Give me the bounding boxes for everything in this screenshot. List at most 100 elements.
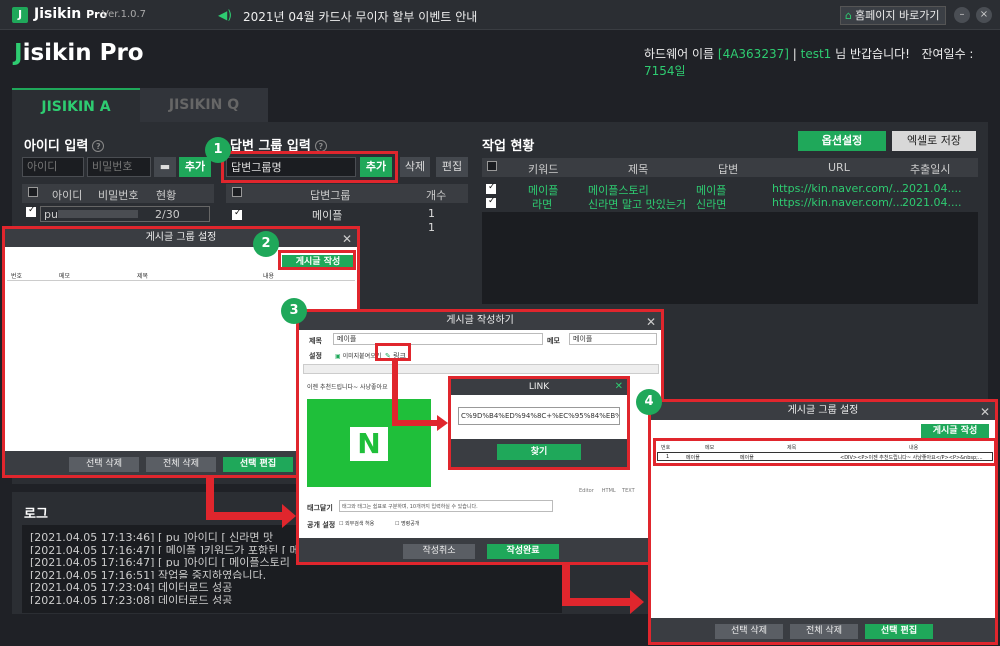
memo-label: 메모 (547, 337, 560, 345)
subject-label: 제목 (309, 337, 322, 345)
image-icon: ▣ (335, 353, 341, 360)
tab-jisikin-q[interactable]: JISIKIN Q (140, 88, 268, 122)
close-icon[interactable]: ✕ (646, 313, 656, 331)
answer-row-checkbox[interactable] (232, 208, 242, 223)
speaker-icon: ◀) (218, 8, 232, 22)
step1-highlight (221, 151, 398, 183)
all-delete-button[interactable]: 전체 삭제 (790, 624, 858, 639)
arrow (392, 420, 440, 426)
step4-highlight (653, 438, 997, 466)
password-input[interactable] (87, 157, 151, 177)
close-icon[interactable]: ✕ (342, 230, 352, 248)
editor-toolbar[interactable] (303, 364, 659, 374)
id-table-header: 아이디 비밀번호 현황 (22, 184, 214, 203)
arrow-head (630, 590, 644, 614)
selected-delete-button[interactable]: 선택 삭제 (715, 624, 783, 639)
homepage-button[interactable]: ⌂ 홈페이지 바로가기 (840, 6, 946, 25)
arrow-head (437, 415, 448, 431)
subject-input[interactable]: 메이플 (333, 333, 543, 345)
selected-edit-button[interactable]: 선택 편집 (865, 624, 933, 639)
modal-header: 게시글 그룹 설정 ✕ (5, 229, 357, 247)
link-popup-header: LINK ✕ (451, 379, 627, 395)
log-line: [2021.04.05 17:16:51] 작업을 중지하였습니다. (30, 568, 267, 580)
work-row-title: 신라면 말고 맛있는거 (588, 198, 687, 211)
step4-modal: 게시글 그룹 설정 ✕ 게시글 작성 번호 메모 제목 내용 1 메이플 메이플 … (648, 399, 998, 645)
tab-jisikin-a[interactable]: JISIKIN A (12, 88, 140, 122)
modal-table-header: 번호 메모 제목 내용 (7, 269, 355, 281)
selected-edit-button[interactable]: 선택 편집 (223, 457, 293, 472)
brand-logo: Jisikin Pro (14, 40, 144, 66)
editor-mode[interactable]: Editor HTML TEXT (579, 488, 635, 494)
id-row-status: 2/30 (155, 208, 180, 221)
work-row-keyword: 라면 (532, 198, 553, 211)
log-line: [2021.04.05 17:23:08] 데이터로드 성공 (30, 593, 233, 605)
link-url-input[interactable]: C%9D%B4%ED%94%8C+%EC%95%84%EB%8D%B0 (458, 407, 620, 425)
work-row-date: 2021.04.... (902, 182, 962, 195)
close-button[interactable]: × (976, 7, 992, 23)
all-delete-button[interactable]: 전체 삭제 (146, 457, 216, 472)
id-input[interactable] (22, 157, 84, 177)
tag-input[interactable]: 태그와 태그는 쉼표로 구분하며, 10개까지 입력하실 수 있습니다. (339, 500, 553, 512)
answer-row-name: 메이플 (312, 209, 343, 222)
home-icon: ⌂ (845, 9, 852, 22)
editor-body-text: 이젠 추천드립니다~ 사냥좋아요 (307, 384, 388, 391)
write-post-button[interactable]: 게시글 작성 (921, 424, 989, 439)
work-row-checkbox[interactable] (486, 196, 496, 211)
step2-highlight (278, 250, 356, 270)
work-row-url[interactable]: https://kin.naver.com/... (772, 196, 903, 209)
work-row-url[interactable]: https://kin.naver.com/... (772, 182, 903, 195)
log-title: 로그 (24, 507, 48, 522)
select-all-checkbox[interactable] (487, 161, 497, 171)
cancel-write-button[interactable]: 작성취소 (403, 544, 475, 559)
open-setting-label: 공개 설정 (307, 521, 336, 529)
close-icon[interactable]: ✕ (615, 379, 623, 395)
step-badge-4: 4 (636, 389, 662, 415)
work-table-body (482, 212, 978, 304)
selected-delete-button[interactable]: 선택 삭제 (69, 457, 139, 472)
help-icon[interactable]: ? (92, 140, 105, 152)
excel-export-button[interactable]: 엑셀로 저장 (892, 131, 976, 151)
notice-link[interactable]: 2021년 04월 카드사 무이자 할부 이벤트 안내 (243, 8, 477, 25)
edit-answer-button[interactable]: 편집 (436, 157, 468, 177)
masked-id (58, 210, 138, 218)
work-table-header: 키워드 제목 답변 URL 추출일시 (482, 158, 978, 177)
external-search-option[interactable]: ☐ 외부검색 허용 (339, 520, 374, 527)
answer-table-header: 답변그룹 개수 (226, 184, 468, 203)
arrow (392, 361, 398, 423)
folder-icon[interactable]: ▬ (154, 157, 176, 177)
log-line: [2021.04.05 17:23:04] 데이터로드 성공 (30, 581, 233, 592)
arrow-head (282, 504, 296, 528)
naver-logo-image: N (307, 399, 431, 487)
select-all-checkbox[interactable] (232, 187, 242, 197)
options-button[interactable]: 옵션설정 (798, 131, 886, 151)
link-highlight (375, 343, 411, 361)
memo-input[interactable]: 메이플 (569, 333, 657, 345)
setting-label: 설정 (309, 352, 322, 360)
step-badge-2: 2 (253, 231, 279, 257)
app-title: Jisikin Pro (34, 6, 108, 22)
modal-footer (299, 538, 661, 562)
work-row-date: 2021.04.... (902, 196, 962, 209)
minimize-button[interactable]: – (954, 7, 970, 23)
id-section-title: 아이디 입력? (24, 135, 105, 154)
close-icon[interactable]: ✕ (980, 403, 990, 421)
work-section-title: 작업 현황 (482, 139, 535, 154)
arrow (206, 512, 286, 520)
modal-header: 게시글 작성하기 ✕ (299, 312, 661, 330)
app-logo-icon: J (12, 7, 28, 23)
delete-answer-button[interactable]: 삭제 (400, 157, 430, 177)
answer-row-count: 1 (428, 221, 435, 234)
find-button[interactable]: 찾기 (497, 444, 581, 460)
add-id-button[interactable]: 추가 (179, 157, 211, 177)
arrow (562, 598, 634, 606)
select-all-checkbox[interactable] (28, 187, 38, 197)
user-info: 하드웨어 이름 [4A363237] | test1 님 반갑습니다! 잔여일수… (644, 47, 974, 78)
id-row-value: pu (44, 208, 58, 221)
step-badge-3: 3 (281, 298, 307, 324)
complete-write-button[interactable]: 작성완료 (487, 544, 559, 559)
modal-header: 게시글 그룹 설정 ✕ (651, 402, 995, 420)
work-row-answer: 신라면 (696, 198, 727, 211)
id-row-checkbox[interactable] (26, 205, 36, 220)
tag-label: 태그달기 (307, 504, 333, 512)
public-option[interactable]: ☐ 명령공개 (395, 520, 419, 527)
